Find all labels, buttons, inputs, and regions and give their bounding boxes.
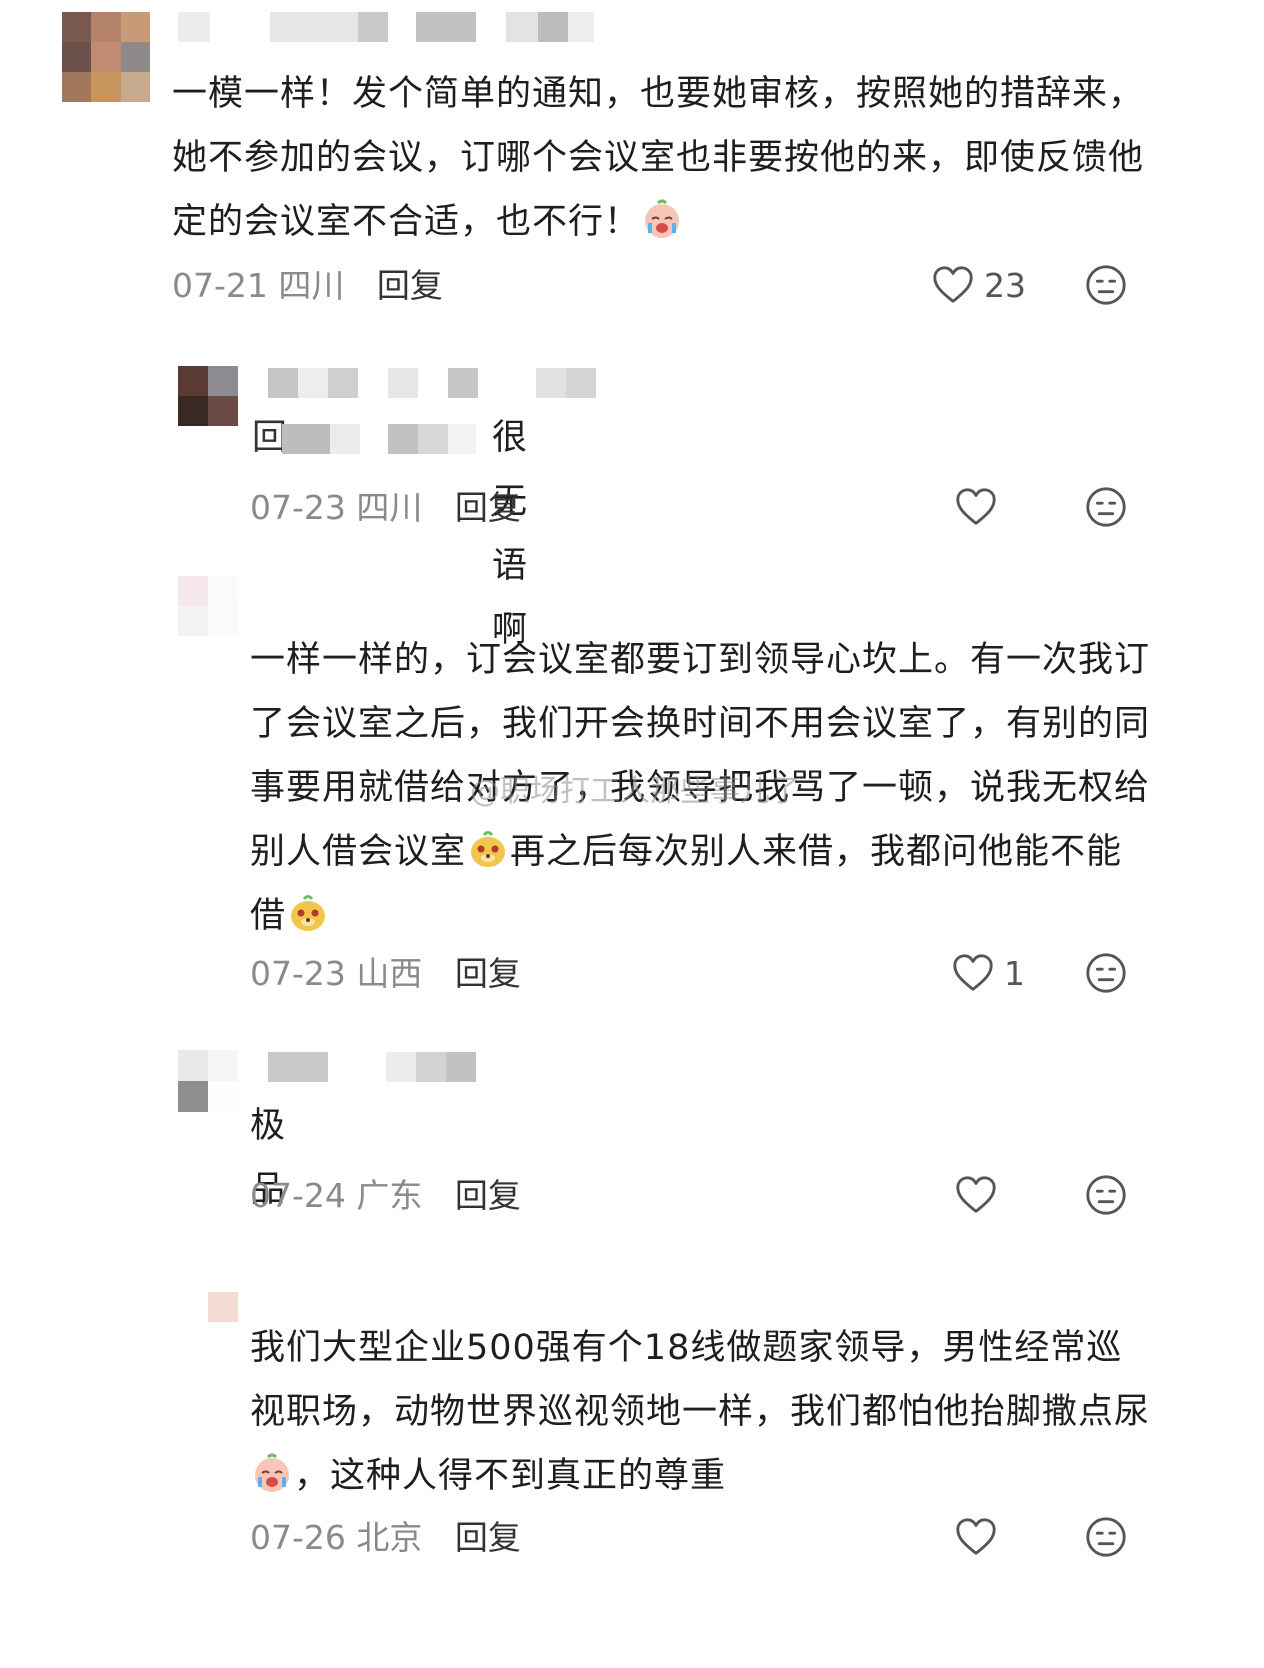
dog-face-emoji <box>291 895 326 931</box>
like-button[interactable]: 23 <box>930 262 1026 308</box>
comment-text: 我们大型企业500强有个18线做题家领导，男性经常巡视职场，动物世界巡视领地一样… <box>250 1316 1150 1508</box>
reply-button[interactable]: 回复 <box>455 954 521 993</box>
comment-location: 北京 <box>356 1518 423 1557</box>
comment-date: 07-23 <box>250 954 346 993</box>
comment-location: 四川 <box>278 266 345 305</box>
like-button[interactable] <box>953 1172 1007 1218</box>
like-button[interactable]: 1 <box>950 950 1025 996</box>
comment-date: 07-23 <box>250 488 346 527</box>
comment-text: 一模一样！发个简单的通知，也要她审核，按照她的措辞来，她不参加的会议，订哪个会议… <box>172 62 1147 254</box>
unhappy-face-icon[interactable] <box>1083 1514 1129 1560</box>
heart-outline-icon <box>933 266 973 303</box>
comment-meta: 07-24 广东 回复 <box>250 1176 521 1216</box>
comment-meta: 07-21 四川 回复 <box>172 266 443 306</box>
comment-location: 山西 <box>356 954 423 993</box>
avatar[interactable] <box>178 1050 238 1112</box>
comment-meta: 07-23 山西 回复 <box>250 954 521 994</box>
comment-location: 四川 <box>356 488 423 527</box>
username-blurred[interactable] <box>268 368 596 398</box>
comment-meta: 07-26 北京 回复 <box>250 1518 521 1558</box>
crying-face-emoji <box>645 199 680 238</box>
watermark: @职场打工人那些事儿了 <box>470 774 800 809</box>
comment-date: 07-26 <box>250 1518 346 1557</box>
comment-meta: 07-23 四川 回复 <box>250 488 521 528</box>
unhappy-face-icon[interactable] <box>1083 262 1129 308</box>
heart-outline-icon <box>956 488 996 525</box>
username-blurred[interactable] <box>268 1052 476 1082</box>
dog-face-emoji <box>471 831 506 867</box>
comment-body-part1: 我们大型企业500强有个18线做题家领导，男性经常巡视职场，动物世界巡视领地一样… <box>250 1328 1151 1432</box>
reply-button[interactable]: 回复 <box>377 266 443 305</box>
avatar[interactable] <box>178 576 238 636</box>
like-count: 23 <box>984 265 1026 305</box>
comment-location: 广东 <box>356 1176 423 1215</box>
like-button[interactable] <box>953 1514 1007 1560</box>
avatar[interactable] <box>208 1292 238 1322</box>
reply-button[interactable]: 回复 <box>455 1518 521 1557</box>
like-button[interactable] <box>953 484 1007 530</box>
comment-body-part2: ，这种人得不到真正的尊重 <box>294 1456 727 1496</box>
heart-outline-icon <box>956 1518 996 1555</box>
comment-date: 07-24 <box>250 1176 346 1215</box>
unhappy-face-icon[interactable] <box>1083 1172 1129 1218</box>
reply-button[interactable]: 回复 <box>455 488 521 527</box>
crying-face-emoji <box>255 1453 289 1492</box>
unhappy-face-icon[interactable] <box>1083 950 1129 996</box>
username-blurred[interactable] <box>178 12 594 42</box>
comment-text: 很无语啊 <box>492 418 529 650</box>
comment-date: 07-21 <box>172 266 268 305</box>
reply-target-blurred[interactable] <box>282 424 476 454</box>
avatar[interactable] <box>62 12 150 102</box>
heart-outline-icon <box>953 954 993 991</box>
avatar[interactable] <box>178 366 238 426</box>
heart-outline-icon <box>956 1176 996 1213</box>
like-count: 1 <box>1004 953 1025 993</box>
unhappy-face-icon[interactable] <box>1083 484 1129 530</box>
reply-button[interactable]: 回复 <box>455 1176 521 1215</box>
